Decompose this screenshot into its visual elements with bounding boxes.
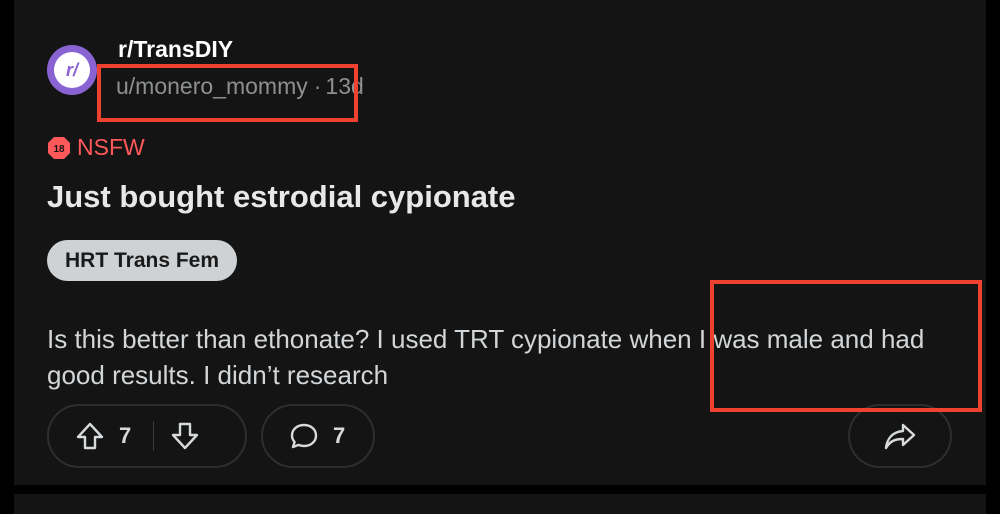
highlight-box-author	[97, 64, 358, 122]
arrow-up-icon[interactable]	[75, 421, 105, 451]
avatar-glyph: r/	[65, 59, 78, 80]
nsfw-18-badge-icon: 18	[47, 136, 71, 160]
subreddit-avatar-icon: r/	[54, 52, 90, 88]
comments-button[interactable]: 7	[261, 404, 375, 468]
upvote-count: 7	[119, 423, 132, 448]
nsfw-tag: 18 NSFW	[47, 134, 145, 161]
comment-count: 7	[333, 423, 346, 448]
nsfw-label: NSFW	[77, 134, 145, 160]
share-arrow-icon	[883, 421, 917, 451]
next-post-edge	[14, 494, 986, 514]
subreddit-avatar[interactable]: r/	[47, 45, 97, 95]
post-title[interactable]: Just bought estrodial cypionate	[47, 179, 516, 215]
comment-bubble-icon	[289, 421, 319, 451]
arrow-down-icon[interactable]	[170, 421, 200, 451]
vote-divider	[153, 421, 155, 451]
share-button[interactable]	[848, 404, 952, 468]
vote-bar: 7	[47, 404, 247, 468]
highlight-box-body	[710, 280, 982, 412]
nsfw-badge-text: 18	[53, 144, 65, 155]
post-flair[interactable]: HRT Trans Fem	[47, 240, 238, 281]
subreddit-name[interactable]: r/TransDIY	[118, 36, 233, 63]
